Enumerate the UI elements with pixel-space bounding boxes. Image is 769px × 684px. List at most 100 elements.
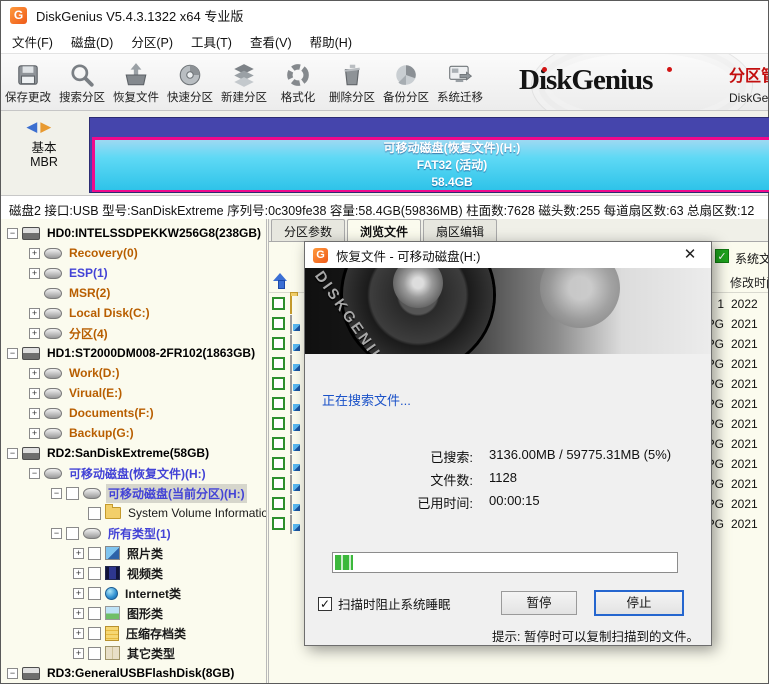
prevent-sleep-checkbox[interactable]: ✓ [318, 596, 332, 611]
toolbar-button-快速分区[interactable]: 快速分区 [163, 54, 217, 110]
tree-item[interactable]: − HD1:ST2000DM008-2FR102(1863GB) [1, 343, 266, 363]
tree-item[interactable]: + 视频类 [1, 563, 266, 583]
tree-item[interactable]: + 照片类 [1, 543, 266, 563]
tree-item[interactable]: + 分区(4) [1, 323, 266, 343]
file-checkbox[interactable] [272, 497, 285, 510]
tree-item[interactable]: + Documents(F:) [1, 403, 266, 423]
expand-icon[interactable]: + [29, 427, 40, 439]
tree-item[interactable]: − RD2:SanDiskExtreme(58GB) [1, 443, 266, 463]
modified-column-header[interactable]: 修改时间 [730, 274, 768, 291]
tree-item[interactable]: MSR(2) [1, 283, 266, 303]
tree-checkbox[interactable] [88, 546, 101, 560]
file-checkbox[interactable] [272, 317, 285, 330]
expand-icon[interactable]: + [29, 367, 40, 379]
toolbar-button-恢复文件[interactable]: 恢复文件 [109, 54, 163, 110]
expand-icon[interactable]: + [73, 587, 84, 599]
expand-icon[interactable]: + [73, 567, 84, 579]
tree-checkbox[interactable] [88, 606, 101, 620]
file-checkbox[interactable] [272, 457, 285, 470]
tab-扇区编辑[interactable]: 扇区编辑 [423, 219, 498, 241]
toolbar-button-备份分区[interactable]: 备份分区 [379, 54, 433, 110]
tree-item[interactable]: System Volume Information [1, 503, 266, 523]
tab-浏览文件[interactable]: 浏览文件 [347, 219, 422, 242]
disk-bar[interactable]: 可移动磁盘(恢复文件)(H:) FAT32 (活动) 58.4GB [89, 117, 769, 193]
tab-分区参数[interactable]: 分区参数 [271, 219, 346, 241]
tree-item[interactable]: + Recovery(0) [1, 243, 266, 263]
file-checkbox[interactable] [272, 417, 285, 430]
hdd-icon [22, 666, 40, 680]
expand-icon[interactable]: + [29, 407, 40, 419]
expand-icon[interactable]: + [73, 647, 84, 659]
tree-checkbox[interactable] [88, 586, 101, 600]
collapse-icon[interactable]: − [29, 467, 40, 479]
tree-item[interactable]: + Backup(G:) [1, 423, 266, 443]
toolbar-button-搜索分区[interactable]: 搜索分区 [55, 54, 109, 110]
scroll-right-icon[interactable]: ▶ [41, 119, 51, 134]
toolbar-button-删除分区[interactable]: 删除分区 [325, 54, 379, 110]
file-checkbox[interactable] [272, 517, 285, 530]
tree-item[interactable]: + 其它类型 [1, 643, 266, 663]
stop-button[interactable]: 停止 [594, 590, 684, 616]
collapse-icon[interactable]: − [51, 487, 62, 499]
menu-item[interactable]: 文件(F) [3, 29, 62, 54]
expand-icon[interactable]: + [29, 247, 40, 259]
expand-icon[interactable]: + [29, 267, 40, 279]
folder-up-icon[interactable] [273, 273, 288, 289]
file-checkbox[interactable] [272, 397, 285, 410]
tree-item[interactable]: − HD0:INTELSSDPEKKW256G8(238GB) [1, 223, 266, 243]
tree-checkbox[interactable] [88, 506, 101, 520]
toolbar-button-label: 保存更改 [5, 91, 51, 104]
tree-item[interactable]: + 压缩存档类 [1, 623, 266, 643]
tree-item[interactable]: + Virual(E:) [1, 383, 266, 403]
tree-checkbox[interactable] [66, 526, 79, 540]
toolbar-button-系统迁移[interactable]: 系统迁移 [433, 54, 487, 110]
toolbar-button-保存更改[interactable]: 保存更改 [1, 54, 55, 110]
file-checkbox[interactable] [272, 437, 285, 450]
tree-item[interactable]: − 可移动磁盘(恢复文件)(H:) [1, 463, 266, 483]
recover-files-dialog: G 恢复文件 - 可移动磁盘(H:) ✕ DISKGENIUS 正在搜索文件..… [304, 241, 712, 646]
tree-item[interactable]: − 可移动磁盘(当前分区)(H:) [1, 483, 266, 503]
tree-item[interactable]: − 所有类型(1) [1, 523, 266, 543]
expand-icon[interactable]: + [29, 387, 40, 399]
menu-item[interactable]: 分区(P) [122, 29, 182, 54]
expand-icon[interactable]: + [73, 547, 84, 559]
diskgenius-logo: DiskGenius [519, 64, 672, 97]
selected-partition-box[interactable]: 可移动磁盘(恢复文件)(H:) FAT32 (活动) 58.4GB [92, 137, 769, 192]
menu-item[interactable]: 磁盘(D) [62, 29, 122, 54]
file-checkbox[interactable] [272, 337, 285, 350]
file-checkbox[interactable] [272, 477, 285, 490]
toolbar-button-新建分区[interactable]: 新建分区 [217, 54, 271, 110]
toolbar-button-格式化[interactable]: 格式化 [271, 54, 325, 110]
dialog-close-icon[interactable]: ✕ [679, 245, 701, 263]
file-checkbox[interactable] [272, 357, 285, 370]
collapse-icon[interactable]: − [7, 667, 18, 679]
tree-checkbox[interactable] [88, 626, 101, 640]
menu-item[interactable]: 查看(V) [241, 29, 301, 54]
tree-checkbox[interactable] [88, 646, 101, 660]
tree-item[interactable]: + 图形类 [1, 603, 266, 623]
tree-item[interactable]: + ESP(1) [1, 263, 266, 283]
expand-icon[interactable]: + [29, 327, 40, 339]
collapse-icon[interactable]: − [51, 527, 62, 539]
stat-label: 文件数: [430, 473, 473, 488]
menu-item[interactable]: 帮助(H) [301, 29, 361, 54]
tree-checkbox[interactable] [66, 486, 79, 500]
tree-item[interactable]: + Internet类 [1, 583, 266, 603]
expand-icon[interactable]: + [73, 627, 84, 639]
file-checkbox[interactable] [272, 297, 285, 310]
tree-item[interactable]: + Local Disk(C:) [1, 303, 266, 323]
collapse-icon[interactable]: − [7, 447, 18, 459]
tree-item[interactable]: − RD3:GeneralUSBFlashDisk(8GB) [1, 663, 266, 683]
file-modified-date: 2021 [731, 317, 758, 331]
tree-checkbox[interactable] [88, 566, 101, 580]
tree-item[interactable]: + Work(D:) [1, 363, 266, 383]
expand-icon[interactable]: + [73, 607, 84, 619]
collapse-icon[interactable]: − [7, 347, 18, 359]
menu-item[interactable]: 工具(T) [182, 29, 241, 54]
pause-button[interactable]: 暂停 [501, 591, 577, 615]
collapse-icon[interactable]: − [7, 227, 18, 239]
system-files-checkbox[interactable]: ✓ [715, 249, 729, 263]
file-checkbox[interactable] [272, 377, 285, 390]
scroll-left-icon[interactable]: ◀ [27, 119, 37, 134]
expand-icon[interactable]: + [29, 307, 40, 319]
